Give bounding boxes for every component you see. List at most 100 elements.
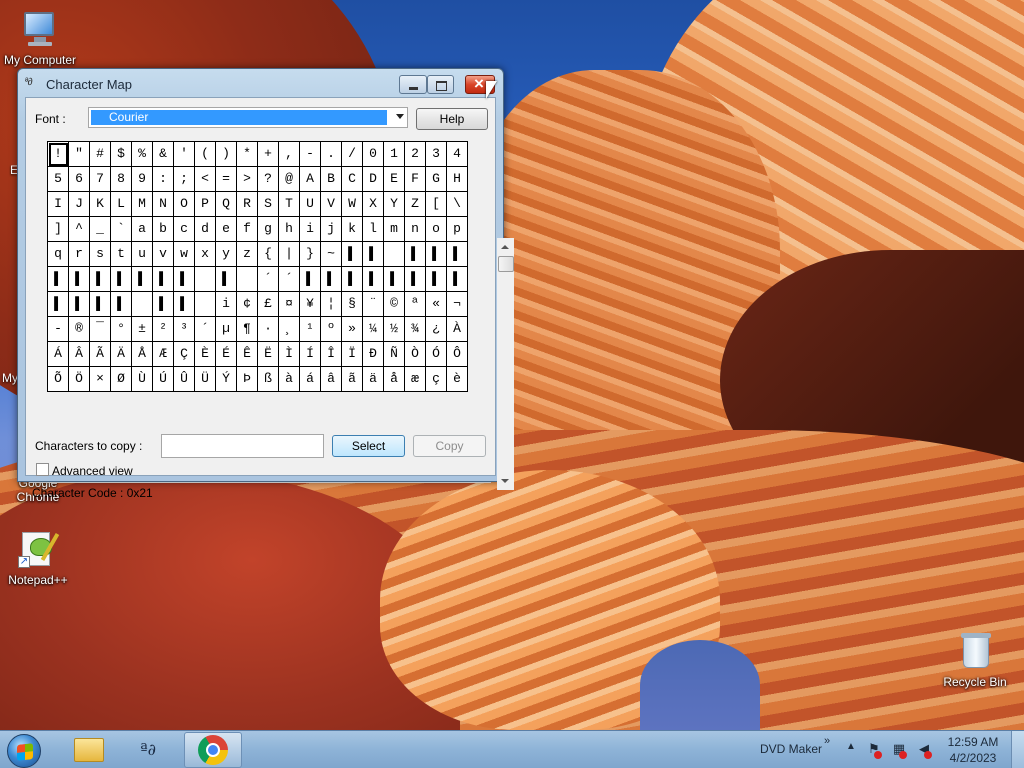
character-cell[interactable]: [195, 292, 216, 317]
character-cell[interactable]: ¯: [90, 317, 111, 342]
character-cell[interactable]: `: [111, 217, 132, 242]
character-cell[interactable]: Ó: [426, 342, 447, 367]
character-cell[interactable]: -: [48, 317, 69, 342]
character-cell[interactable]: ^: [69, 217, 90, 242]
character-cell[interactable]: Ý: [216, 367, 237, 392]
character-cell[interactable]: 2: [405, 142, 426, 167]
character-cell[interactable]: d: [195, 217, 216, 242]
character-cell[interactable]: ▌: [153, 292, 174, 317]
character-cell[interactable]: ã: [342, 367, 363, 392]
character-cell[interactable]: Ã: [90, 342, 111, 367]
character-cell[interactable]: E: [384, 167, 405, 192]
character-cell[interactable]: [: [426, 192, 447, 217]
character-cell[interactable]: Ò: [405, 342, 426, 367]
character-cell[interactable]: ▌: [90, 292, 111, 317]
character-cell[interactable]: ▌: [405, 267, 426, 292]
character-cell[interactable]: &: [153, 142, 174, 167]
character-cell[interactable]: Ñ: [384, 342, 405, 367]
character-cell[interactable]: á: [300, 367, 321, 392]
characters-to-copy-input[interactable]: [161, 434, 324, 458]
character-cell[interactable]: ?: [258, 167, 279, 192]
character-cell[interactable]: ©: [384, 292, 405, 317]
character-cell[interactable]: !: [48, 142, 69, 167]
character-cell[interactable]: ¹: [300, 317, 321, 342]
character-cell[interactable]: {: [258, 242, 279, 267]
desktop-icon-recycle-bin[interactable]: Recycle Bin: [937, 632, 1013, 689]
maximize-button[interactable]: [427, 75, 454, 94]
character-cell[interactable]: ²: [153, 317, 174, 342]
scrollbar-thumb[interactable]: [498, 256, 514, 272]
character-cell[interactable]: e: [216, 217, 237, 242]
character-cell[interactable]: Ü: [195, 367, 216, 392]
character-grid-scrollbar[interactable]: [497, 238, 514, 490]
character-cell[interactable]: ▌: [174, 267, 195, 292]
font-dropdown[interactable]: Courier: [88, 107, 408, 128]
character-cell[interactable]: a: [132, 217, 153, 242]
character-cell[interactable]: f: [237, 217, 258, 242]
character-cell[interactable]: »: [342, 317, 363, 342]
character-cell[interactable]: ´: [195, 317, 216, 342]
character-cell[interactable]: U: [300, 192, 321, 217]
character-cell[interactable]: ▌: [174, 292, 195, 317]
character-cell[interactable]: Â: [69, 342, 90, 367]
character-cell[interactable]: F: [405, 167, 426, 192]
character-cell[interactable]: à: [279, 367, 300, 392]
scroll-down-icon[interactable]: [501, 479, 509, 483]
character-cell[interactable]: ¬: [447, 292, 468, 317]
character-cell[interactable]: n: [405, 217, 426, 242]
character-cell[interactable]: *: [237, 142, 258, 167]
character-cell[interactable]: >: [237, 167, 258, 192]
character-cell[interactable]: (: [195, 142, 216, 167]
character-cell[interactable]: :: [153, 167, 174, 192]
character-cell[interactable]: }: [300, 242, 321, 267]
minimize-button[interactable]: [399, 75, 427, 94]
character-cell[interactable]: è: [447, 367, 468, 392]
character-cell[interactable]: q: [48, 242, 69, 267]
character-cell[interactable]: ¨: [363, 292, 384, 317]
show-desktop-button[interactable]: [1011, 731, 1024, 768]
character-cell[interactable]: V: [321, 192, 342, 217]
character-cell[interactable]: P: [195, 192, 216, 217]
character-cell[interactable]: 0: [363, 142, 384, 167]
character-cell[interactable]: º: [321, 317, 342, 342]
character-cell[interactable]: Ô: [447, 342, 468, 367]
character-cell[interactable]: c: [174, 217, 195, 242]
character-cell[interactable]: [384, 242, 405, 267]
character-cell[interactable]: ç: [426, 367, 447, 392]
scroll-up-icon[interactable]: [501, 245, 509, 249]
character-cell[interactable]: È: [195, 342, 216, 367]
character-cell[interactable]: S: [258, 192, 279, 217]
character-cell[interactable]: ±: [132, 317, 153, 342]
character-cell[interactable]: ä: [363, 367, 384, 392]
character-cell[interactable]: _: [90, 217, 111, 242]
character-grid[interactable]: ! " # $% & '() * +, -./0 1 2 3 4 5 6 7 8 9:; < = >? @ A B C D E F G H…: [47, 141, 468, 392]
character-cell[interactable]: \: [447, 192, 468, 217]
character-cell[interactable]: G: [426, 167, 447, 192]
taskbar-clock[interactable]: 12:59 AM 4/2/2023: [940, 734, 1006, 766]
character-cell[interactable]: 9: [132, 167, 153, 192]
character-cell[interactable]: ▌: [48, 267, 69, 292]
character-cell[interactable]: ▌: [363, 267, 384, 292]
character-cell[interactable]: C: [342, 167, 363, 192]
character-cell[interactable]: O: [174, 192, 195, 217]
character-cell[interactable]: Ø: [111, 367, 132, 392]
character-cell[interactable]: Å: [132, 342, 153, 367]
character-cell[interactable]: Þ: [237, 367, 258, 392]
character-cell[interactable]: T: [279, 192, 300, 217]
desktop-icon-notepad-plus-plus[interactable]: ↗ Notepad++: [0, 530, 76, 587]
character-cell[interactable]: ,: [279, 142, 300, 167]
character-cell[interactable]: B: [321, 167, 342, 192]
character-cell[interactable]: É: [216, 342, 237, 367]
character-cell[interactable]: Á: [48, 342, 69, 367]
character-cell[interactable]: 4: [447, 142, 468, 167]
character-cell[interactable]: +: [258, 142, 279, 167]
character-cell[interactable]: ¢: [237, 292, 258, 317]
character-cell[interactable]: N: [153, 192, 174, 217]
character-cell[interactable]: ▌: [111, 267, 132, 292]
character-cell[interactable]: y: [216, 242, 237, 267]
character-cell[interactable]: J: [69, 192, 90, 217]
copy-button[interactable]: Copy: [413, 435, 486, 457]
select-button[interactable]: Select: [332, 435, 405, 457]
character-cell[interactable]: Ú: [153, 367, 174, 392]
character-cell[interactable]: ): [216, 142, 237, 167]
